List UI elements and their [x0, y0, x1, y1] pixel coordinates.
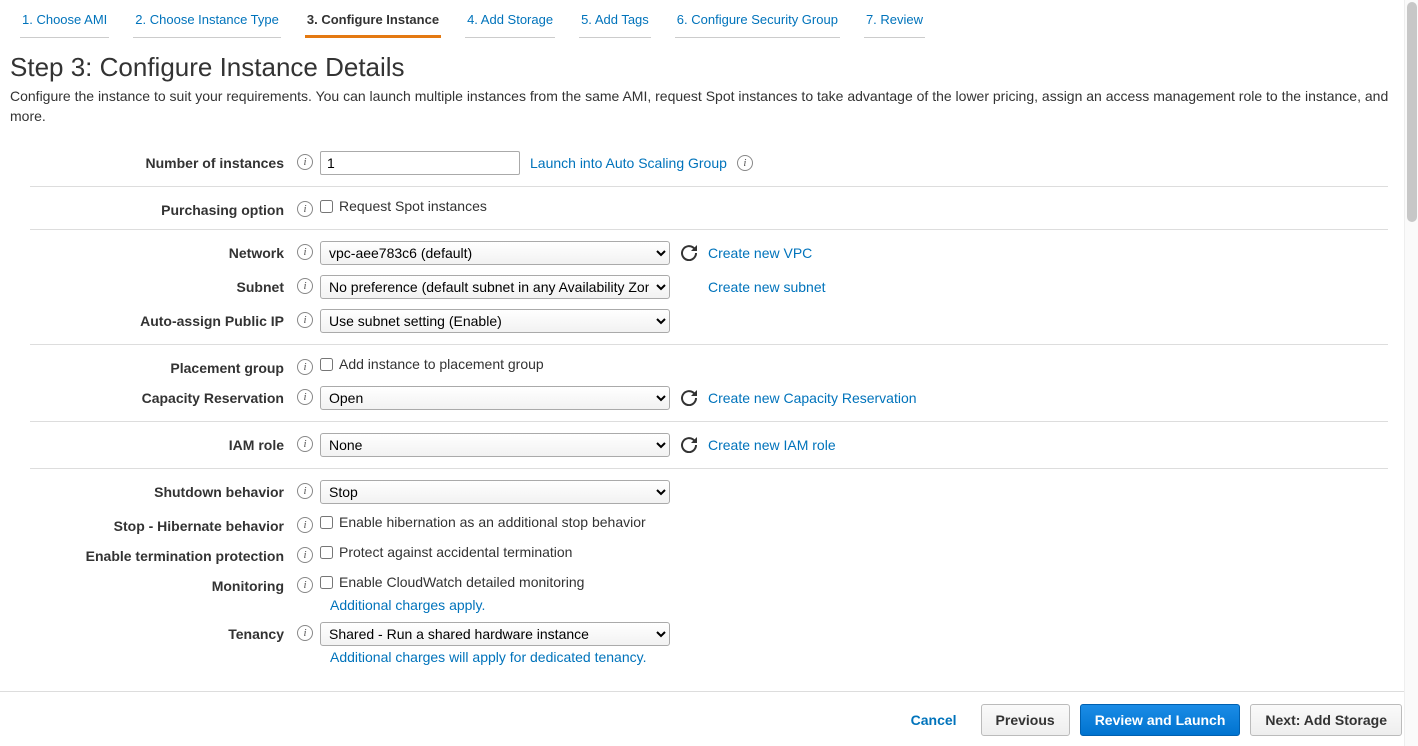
label-auto-assign-public-ip: Auto-assign Public IP	[30, 309, 290, 329]
tenancy-note-link[interactable]: Additional charges will apply for dedica…	[330, 649, 646, 665]
next-add-storage-button[interactable]: Next: Add Storage	[1250, 704, 1402, 736]
refresh-icon[interactable]	[680, 244, 698, 262]
label-termination-protection: Enable termination protection	[30, 544, 290, 564]
placement-group-checkbox[interactable]: Add instance to placement group	[320, 356, 544, 372]
info-icon[interactable]: i	[297, 483, 313, 499]
placement-group-checkbox-label: Add instance to placement group	[339, 356, 544, 372]
label-number-of-instances: Number of instances	[30, 151, 290, 171]
label-shutdown-behavior: Shutdown behavior	[30, 480, 290, 500]
hibernate-checkbox[interactable]: Enable hibernation as an additional stop…	[320, 514, 646, 530]
cancel-button[interactable]: Cancel	[897, 705, 971, 735]
launch-asg-link[interactable]: Launch into Auto Scaling Group	[530, 155, 727, 171]
refresh-icon[interactable]	[680, 389, 698, 407]
tab-configure-instance[interactable]: 3. Configure Instance	[305, 6, 441, 38]
number-of-instances-input[interactable]	[320, 151, 520, 175]
info-icon[interactable]: i	[297, 625, 313, 641]
info-icon[interactable]: i	[297, 547, 313, 563]
tab-add-tags[interactable]: 5. Add Tags	[579, 6, 651, 38]
tab-choose-instance-type[interactable]: 2. Choose Instance Type	[133, 6, 281, 38]
label-purchasing-option: Purchasing option	[30, 198, 290, 218]
label-tenancy: Tenancy	[30, 622, 290, 642]
monitoring-note-link[interactable]: Additional charges apply.	[330, 597, 485, 613]
network-select[interactable]: vpc-aee783c6 (default)	[320, 241, 670, 265]
tenancy-select[interactable]: Shared - Run a shared hardware instance	[320, 622, 670, 646]
refresh-icon[interactable]	[680, 436, 698, 454]
monitoring-checkbox[interactable]: Enable CloudWatch detailed monitoring	[320, 574, 584, 590]
monitoring-checkbox-label: Enable CloudWatch detailed monitoring	[339, 574, 584, 590]
info-icon[interactable]: i	[297, 312, 313, 328]
capacity-reservation-select[interactable]: Open	[320, 386, 670, 410]
tab-review[interactable]: 7. Review	[864, 6, 925, 38]
info-icon[interactable]: i	[297, 577, 313, 593]
hibernate-checkbox-label: Enable hibernation as an additional stop…	[339, 514, 646, 530]
page-description: Configure the instance to suit your requ…	[10, 87, 1408, 126]
subnet-select[interactable]: No preference (default subnet in any Ava…	[320, 275, 670, 299]
tab-choose-ami[interactable]: 1. Choose AMI	[20, 6, 109, 38]
info-icon[interactable]: i	[297, 278, 313, 294]
info-icon[interactable]: i	[297, 201, 313, 217]
iam-role-select[interactable]: None	[320, 433, 670, 457]
form-area: Number of instances i Launch into Auto S…	[0, 140, 1418, 691]
info-icon[interactable]: i	[297, 436, 313, 452]
termination-protection-checkbox-label: Protect against accidental termination	[339, 544, 572, 560]
label-network: Network	[30, 241, 290, 261]
footer: Cancel Previous Review and Launch Next: …	[0, 691, 1418, 746]
page-title: Step 3: Configure Instance Details	[10, 52, 1408, 83]
info-icon[interactable]: i	[297, 154, 313, 170]
shutdown-behavior-select[interactable]: Stop	[320, 480, 670, 504]
public-ip-select[interactable]: Use subnet setting (Enable)	[320, 309, 670, 333]
wizard-tabs: 1. Choose AMI 2. Choose Instance Type 3.…	[0, 0, 1418, 38]
create-vpc-link[interactable]: Create new VPC	[708, 245, 812, 261]
termination-protection-checkbox[interactable]: Protect against accidental termination	[320, 544, 572, 560]
info-icon[interactable]: i	[297, 389, 313, 405]
tab-configure-security-group[interactable]: 6. Configure Security Group	[675, 6, 840, 38]
spot-instances-checkbox-label: Request Spot instances	[339, 198, 487, 214]
label-subnet: Subnet	[30, 275, 290, 295]
create-subnet-link[interactable]: Create new subnet	[708, 279, 826, 295]
info-icon[interactable]: i	[737, 155, 753, 171]
label-iam-role: IAM role	[30, 433, 290, 453]
info-icon[interactable]: i	[297, 359, 313, 375]
label-placement-group: Placement group	[30, 356, 290, 376]
create-iam-role-link[interactable]: Create new IAM role	[708, 437, 836, 453]
create-capacity-reservation-link[interactable]: Create new Capacity Reservation	[708, 390, 917, 406]
spot-instances-checkbox[interactable]: Request Spot instances	[320, 198, 487, 214]
label-capacity-reservation: Capacity Reservation	[30, 386, 290, 406]
tab-add-storage[interactable]: 4. Add Storage	[465, 6, 555, 38]
label-monitoring: Monitoring	[30, 574, 290, 594]
label-hibernate-behavior: Stop - Hibernate behavior	[30, 514, 290, 534]
previous-button[interactable]: Previous	[981, 704, 1070, 736]
review-and-launch-button[interactable]: Review and Launch	[1080, 704, 1241, 736]
info-icon[interactable]: i	[297, 517, 313, 533]
info-icon[interactable]: i	[297, 244, 313, 260]
